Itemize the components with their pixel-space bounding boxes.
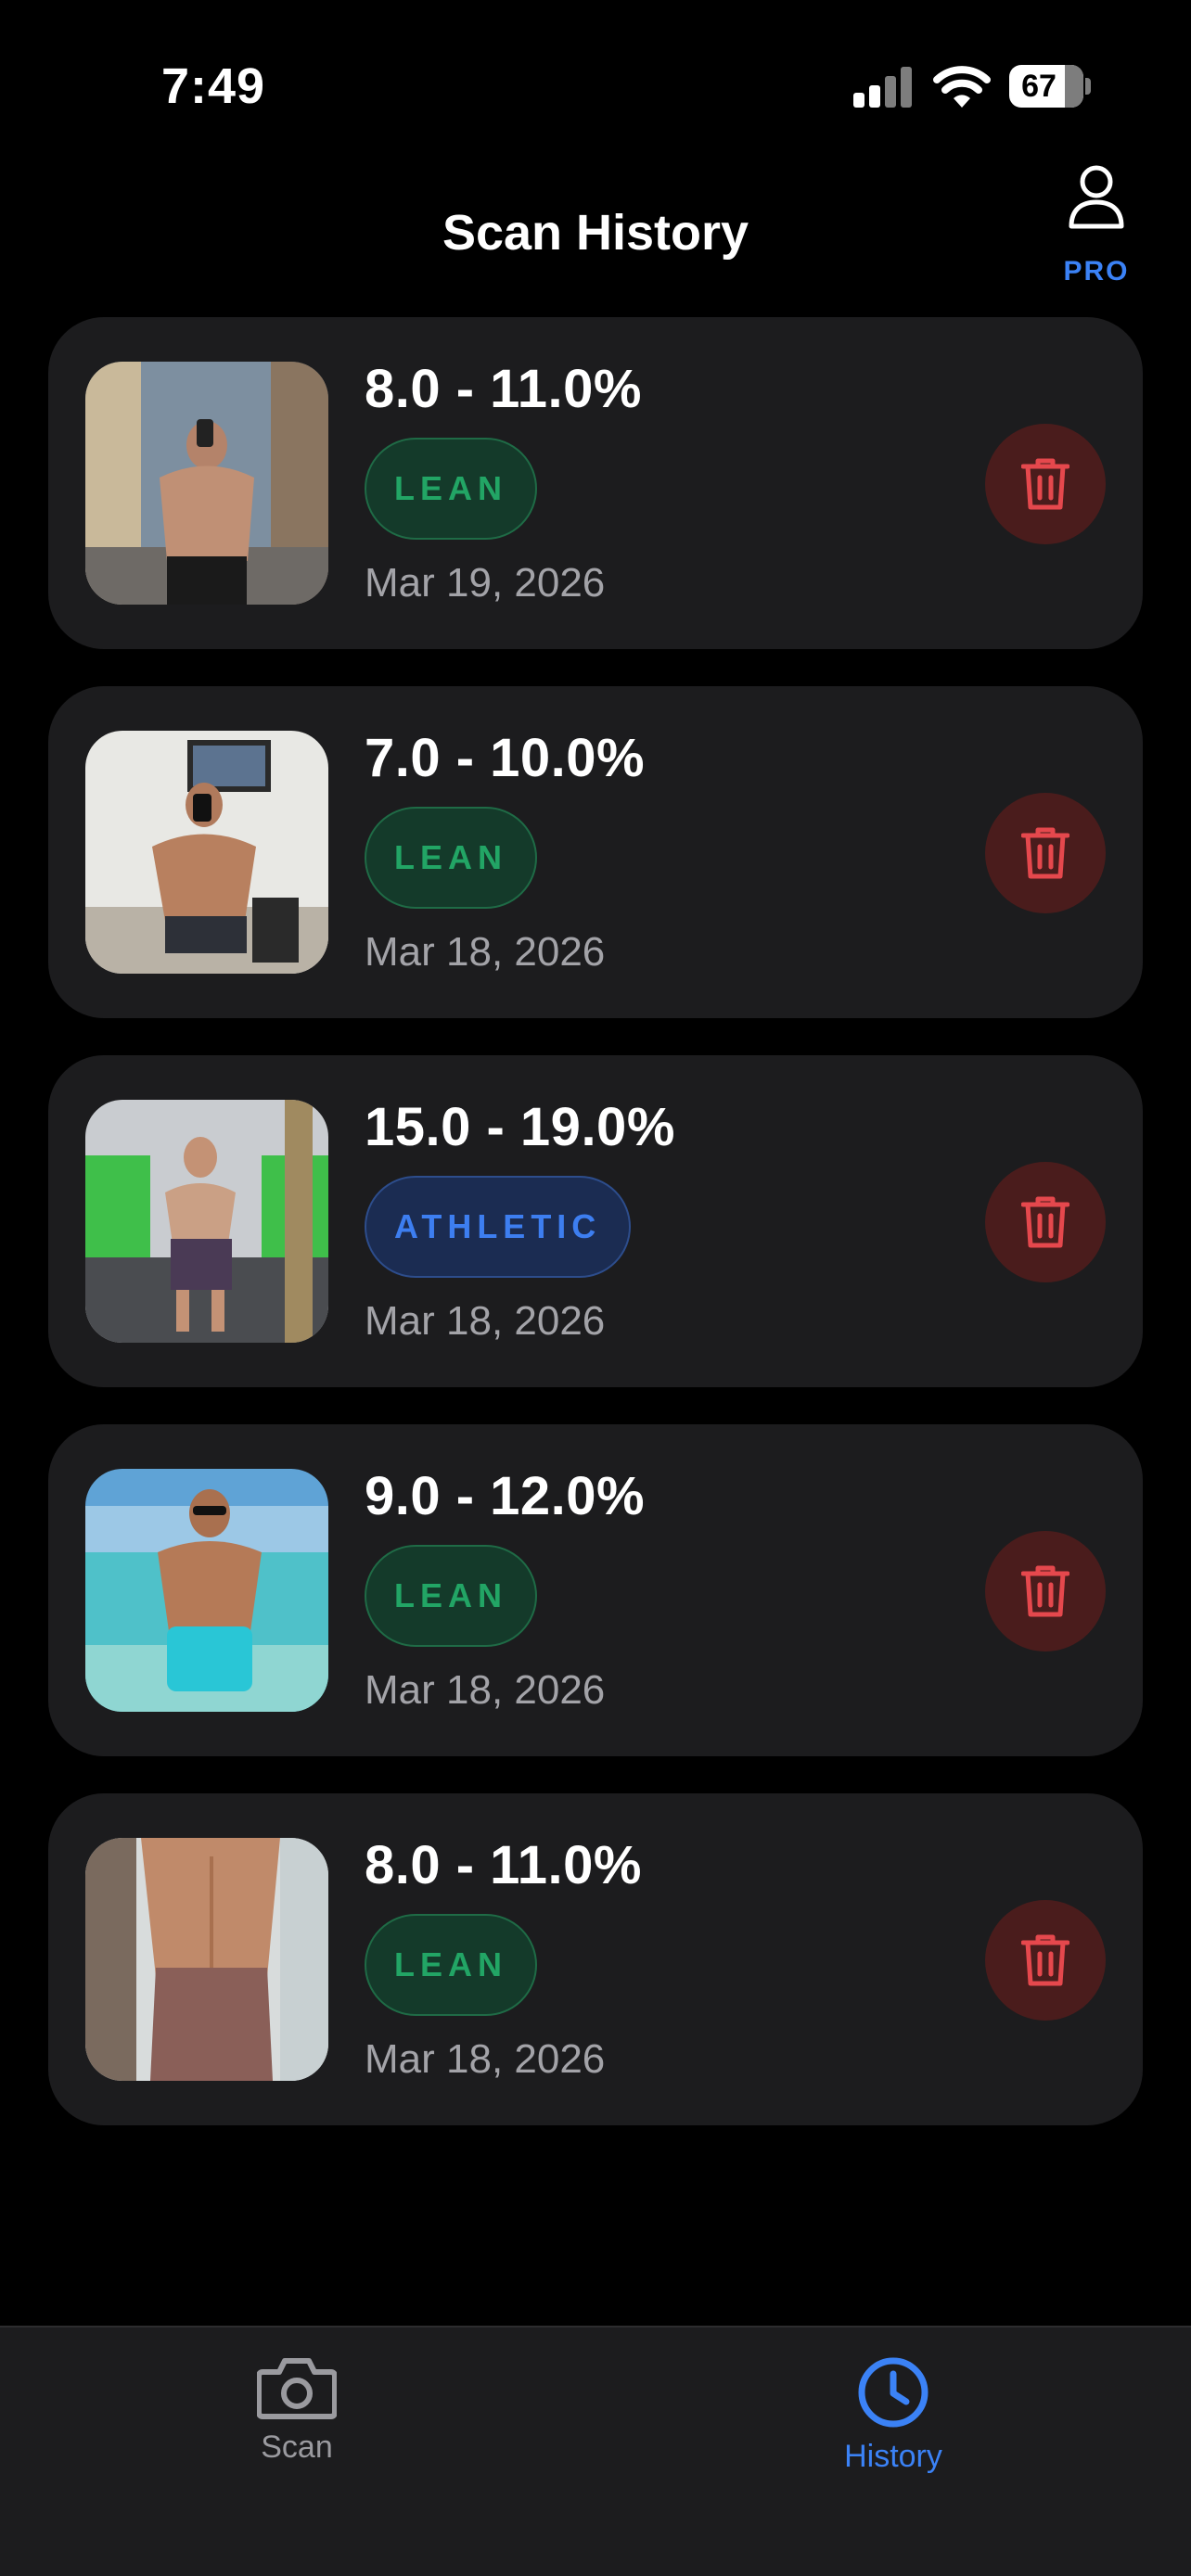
body-fat-range: 8.0 - 11.0% xyxy=(365,1835,642,1895)
scan-photo[interactable] xyxy=(85,1469,328,1712)
tab-history-label: History xyxy=(844,2439,942,2474)
cellular-signal-icon xyxy=(853,67,915,108)
category-badge: ATHLETIC xyxy=(365,1176,632,1278)
profile-button[interactable]: PRO xyxy=(1052,163,1141,293)
tab-history[interactable]: History xyxy=(782,2355,1005,2494)
pro-badge: PRO xyxy=(1063,256,1130,287)
delete-button[interactable] xyxy=(985,1162,1106,1282)
scan-list: 8.0 - 11.0% LEAN Mar 19, 2026 7.0 - 10.0… xyxy=(48,317,1143,2162)
delete-button[interactable] xyxy=(985,1531,1106,1651)
trash-icon xyxy=(1021,1934,1069,1986)
tab-bar: Scan History xyxy=(0,2326,1191,2576)
delete-button[interactable] xyxy=(985,793,1106,913)
body-fat-range: 15.0 - 19.0% xyxy=(365,1097,675,1157)
category-badge: LEAN xyxy=(365,438,537,540)
page-title: Scan History xyxy=(442,205,749,261)
category-badge: LEAN xyxy=(365,807,537,909)
scan-date: Mar 19, 2026 xyxy=(365,560,606,606)
body-fat-range: 7.0 - 10.0% xyxy=(365,728,646,788)
scan-photo[interactable] xyxy=(85,1838,328,2081)
scan-card[interactable]: 9.0 - 12.0% LEAN Mar 18, 2026 xyxy=(48,1424,1143,1756)
battery-percent: 67 xyxy=(1021,68,1057,104)
scan-card[interactable]: 8.0 - 11.0% LEAN Mar 18, 2026 xyxy=(48,1793,1143,2125)
trash-icon xyxy=(1021,1196,1069,1248)
trash-icon xyxy=(1021,458,1069,510)
category-badge: LEAN xyxy=(365,1545,537,1647)
battery-icon: 67 xyxy=(1009,65,1083,108)
tab-scan-label: Scan xyxy=(261,2429,333,2465)
scan-date: Mar 18, 2026 xyxy=(365,1667,606,1713)
delete-button[interactable] xyxy=(985,1900,1106,2021)
scan-date: Mar 18, 2026 xyxy=(365,929,606,975)
clock-icon xyxy=(858,2357,928,2428)
category-badge: LEAN xyxy=(365,1914,537,2016)
scan-card[interactable]: 7.0 - 10.0% LEAN Mar 18, 2026 xyxy=(48,686,1143,1018)
battery-tip xyxy=(1085,78,1091,95)
scan-photo[interactable] xyxy=(85,362,328,605)
app-screen: 7:49 67 Scan History PRO 8.0 - 11.0% LEA… xyxy=(0,0,1191,2576)
tab-scan[interactable]: Scan xyxy=(186,2355,408,2494)
body-fat-range: 9.0 - 12.0% xyxy=(365,1466,646,1526)
scan-card[interactable]: 8.0 - 11.0% LEAN Mar 19, 2026 xyxy=(48,317,1143,649)
status-time: 7:49 xyxy=(161,58,266,114)
wifi-icon xyxy=(933,66,991,108)
scan-photo[interactable] xyxy=(85,731,328,974)
person-icon xyxy=(1069,165,1124,229)
scan-date: Mar 18, 2026 xyxy=(365,1298,606,1344)
trash-icon xyxy=(1021,1565,1069,1617)
trash-icon xyxy=(1021,827,1069,879)
scan-date: Mar 18, 2026 xyxy=(365,2036,606,2082)
scan-card[interactable]: 15.0 - 19.0% ATHLETIC Mar 18, 2026 xyxy=(48,1055,1143,1387)
delete-button[interactable] xyxy=(985,424,1106,544)
scan-photo[interactable] xyxy=(85,1100,328,1343)
camera-icon xyxy=(257,2358,337,2419)
body-fat-range: 8.0 - 11.0% xyxy=(365,359,642,419)
status-bar: 7:49 67 xyxy=(0,0,1191,176)
